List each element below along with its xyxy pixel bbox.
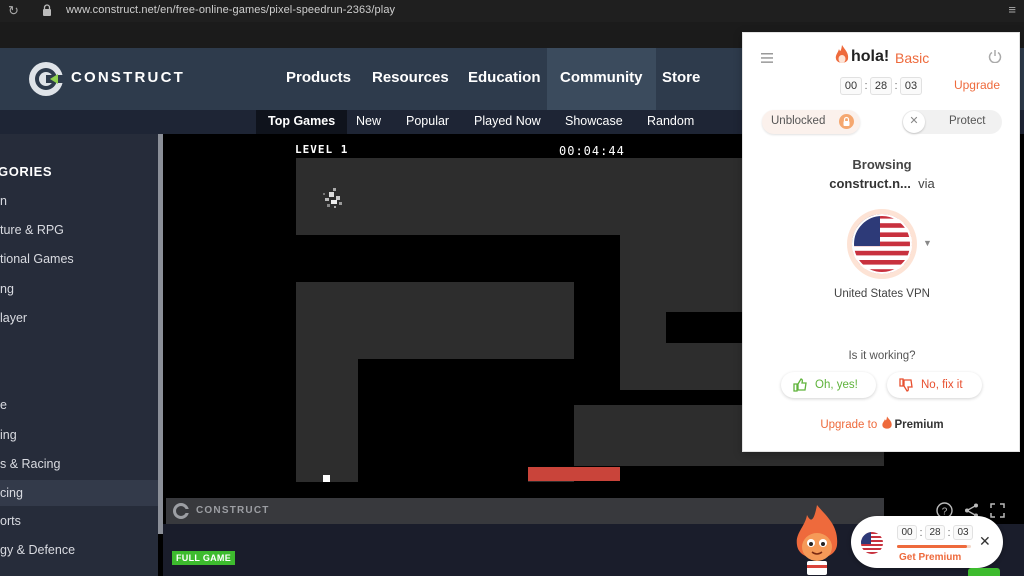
hamburger-menu-icon[interactable] <box>761 53 773 63</box>
sidebar-item[interactable]: ture & RPG <box>0 217 158 243</box>
thumbs-down-icon <box>899 378 913 392</box>
subnav-top-games[interactable]: Top Games <box>256 110 348 134</box>
us-flag-icon <box>861 532 883 554</box>
sidebar-title: GORIES <box>0 164 53 179</box>
fullscreen-icon[interactable] <box>989 502 1006 519</box>
unblocked-toggle[interactable]: Unblocked <box>762 110 860 134</box>
browser-address-bar: ↻ www.construct.net/en/free-online-games… <box>0 0 1024 22</box>
upgrade-link[interactable]: Upgrade <box>954 78 1000 92</box>
categories-sidebar: GORIES n ture & RPG tional Games ng laye… <box>0 134 158 576</box>
construct-small-logo-icon <box>173 503 190 519</box>
level-pit <box>528 359 574 469</box>
hola-vpn-popup: hola! Basic 00 : 28 : 03 Upgrade Unblock… <box>742 32 1020 452</box>
subnav-new[interactable]: New <box>344 110 393 134</box>
protect-label: Protect <box>949 115 986 127</box>
logo-text[interactable]: CONSTRUCT <box>71 69 185 86</box>
fix-label: No, fix it <box>921 379 963 391</box>
reload-icon[interactable]: ↻ <box>8 3 19 19</box>
mini-timer-hours: 00 <box>897 525 917 540</box>
sidebar-item[interactable]: gy & Defence <box>0 537 158 563</box>
lava-hazard <box>528 467 620 481</box>
sidebar-item[interactable] <box>0 334 158 360</box>
close-icon: ✕ <box>903 111 925 133</box>
mini-timer: 00 : 28 : 03 <box>897 525 973 540</box>
game-timer: 00:04:44 <box>559 144 625 158</box>
url-text[interactable]: www.construct.net/en/free-online-games/p… <box>66 4 395 16</box>
sidebar-item[interactable]: tional Games <box>0 246 158 272</box>
mini-timer-minutes: 28 <box>925 525 945 540</box>
sidebar-item[interactable]: n <box>0 188 158 214</box>
timer-seconds: 03 <box>900 77 922 95</box>
working-question: Is it working? <box>848 350 916 362</box>
sidebar-item[interactable]: e <box>0 392 158 418</box>
mini-progress-bar <box>897 545 971 548</box>
player-sprite <box>323 475 330 482</box>
sidebar-item[interactable] <box>0 363 158 389</box>
get-premium-link[interactable]: Get Premium <box>899 552 961 563</box>
subnav-played-now[interactable]: Played Now <box>462 110 553 134</box>
hola-mini-widget[interactable]: 00 : 28 : 03 Get Premium ✕ <box>851 516 1003 568</box>
fix-button[interactable]: No, fix it <box>887 372 982 398</box>
hola-plan: Basic <box>895 50 930 66</box>
full-game-badge[interactable]: FULL GAME <box>172 551 236 565</box>
yes-button[interactable]: Oh, yes! <box>781 372 876 398</box>
sidebar-item[interactable]: ing <box>0 422 158 448</box>
sidebar-item[interactable]: s & Racing <box>0 451 158 477</box>
browsing-label: Browsing <box>852 157 912 172</box>
sidebar-item[interactable]: layer <box>0 305 158 331</box>
hola-brand: hola! <box>851 48 890 65</box>
close-icon[interactable]: ✕ <box>979 533 991 550</box>
browsing-site: construct.n... <box>829 176 911 191</box>
us-flag-icon <box>852 214 912 274</box>
power-icon[interactable] <box>988 49 1002 63</box>
mini-timer-seconds: 03 <box>953 525 973 540</box>
nav-community[interactable]: Community <box>547 48 656 110</box>
timer-minutes: 28 <box>870 77 892 95</box>
level-pit <box>358 359 528 498</box>
subnav-random[interactable]: Random <box>635 110 706 134</box>
lock-icon <box>839 114 854 129</box>
hola-flame-icon <box>882 416 893 429</box>
session-timer: 00 : 28 : 03 <box>840 77 922 95</box>
level-label: LEVEL 1 <box>295 143 349 156</box>
screen: ↻ www.construct.net/en/free-online-games… <box>0 0 1024 576</box>
hola-flame-logo-icon <box>835 45 849 63</box>
hola-mascot-icon[interactable] <box>787 503 847 576</box>
nav-store[interactable]: Store <box>649 48 713 110</box>
protect-toggle[interactable]: ✕ Protect <box>902 110 1002 134</box>
browsing-via: via <box>918 176 935 191</box>
vpn-country-label: United States VPN <box>834 288 930 300</box>
chevron-down-icon[interactable]: ▼ <box>923 238 932 248</box>
browsing-site-line: construct.n... via <box>743 176 1021 191</box>
browser-menu-icon[interactable]: ≡ <box>1008 2 1016 17</box>
nav-resources[interactable]: Resources <box>359 48 462 110</box>
sidebar-item[interactable]: orts <box>0 508 158 534</box>
timer-hours: 00 <box>840 77 862 95</box>
nav-products[interactable]: Products <box>273 48 364 110</box>
green-button-edge[interactable] <box>968 568 1000 576</box>
nav-education[interactable]: Education <box>455 48 554 110</box>
unblocked-label: Unblocked <box>771 115 826 127</box>
thumbs-up-icon <box>793 378 807 392</box>
particle-effect-icon <box>323 188 342 208</box>
sidebar-item[interactable]: ng <box>0 276 158 302</box>
subnav-popular[interactable]: Popular <box>394 110 461 134</box>
country-selector[interactable] <box>847 209 917 279</box>
game-toolbar-logo-text: CONSTRUCT <box>196 505 270 516</box>
subnav-showcase[interactable]: Showcase <box>553 110 635 134</box>
sidebar-item-active[interactable]: cing <box>0 480 158 506</box>
construct-logo-icon[interactable] <box>28 61 64 97</box>
yes-label: Oh, yes! <box>815 379 858 391</box>
premium-text: Premium <box>894 419 944 431</box>
upgrade-premium-link[interactable]: Upgrade to Premium <box>743 416 1021 431</box>
game-toolbar: CONSTRUCT ? <box>166 498 1005 524</box>
lock-icon[interactable] <box>42 4 52 16</box>
mini-progress-fill <box>897 545 968 548</box>
upgrade-to-text: Upgrade to <box>820 419 878 431</box>
